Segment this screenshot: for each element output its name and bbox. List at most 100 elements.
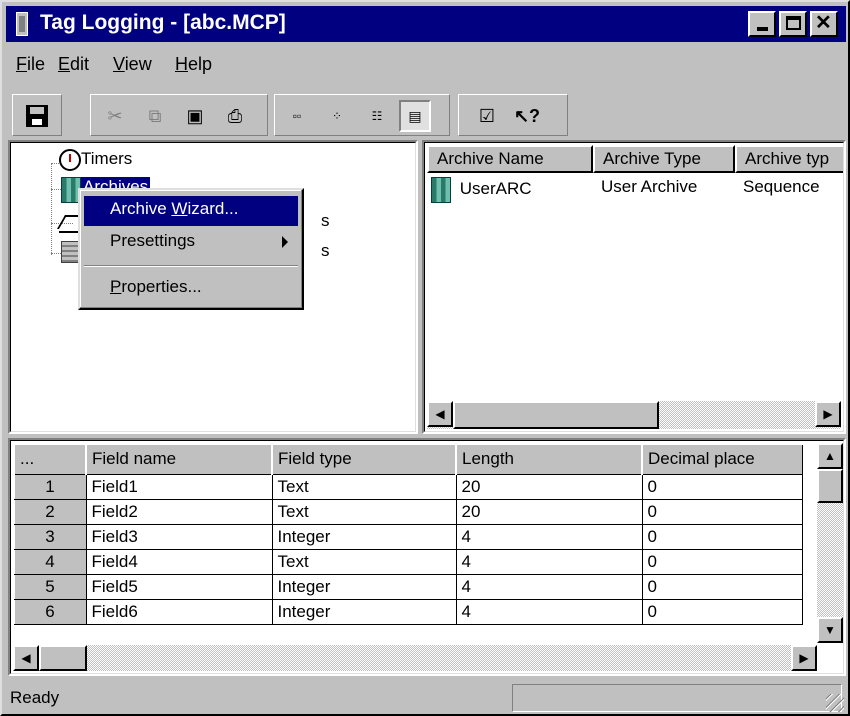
tree-item-hidden-2[interactable]: s (321, 241, 330, 261)
header-field-type[interactable]: Field type (271, 443, 457, 475)
row-number[interactable]: 5 (13, 573, 87, 600)
table-row[interactable]: 1 Field1 Text 20 0 (13, 473, 803, 500)
scroll-down-button[interactable]: ▼ (817, 617, 843, 643)
table-horizontal-scrollbar[interactable] (13, 645, 817, 671)
cell-field-name[interactable]: Field5 (85, 573, 273, 600)
cell-decimal-place[interactable]: 0 (641, 523, 803, 550)
cell-length[interactable]: 4 (455, 523, 643, 550)
archive-icon (431, 177, 451, 203)
table-scroll-right-button[interactable]: ▶ (791, 645, 817, 671)
cell-length[interactable]: 4 (455, 598, 643, 625)
cell-length[interactable]: 20 (455, 498, 643, 525)
cell-decimal-place[interactable]: 0 (641, 548, 803, 575)
arrow-right-icon: ▶ (823, 407, 833, 421)
header-corner[interactable]: ... (13, 443, 87, 475)
print-button[interactable]: ⎙ (219, 100, 251, 132)
minimize-button[interactable] (748, 11, 776, 37)
maximize-button[interactable] (779, 11, 807, 37)
menu-file[interactable]: File (12, 52, 49, 77)
menu-help[interactable]: Help (171, 52, 216, 77)
cell-decimal-place[interactable]: 0 (641, 573, 803, 600)
cell-decimal-place[interactable]: 0 (641, 498, 803, 525)
scroll-left-button[interactable]: ◀ (427, 401, 453, 427)
copy-button[interactable]: ⧉ (139, 100, 171, 132)
menu-item-presettings[interactable]: Presettings (84, 228, 298, 258)
cell-length[interactable]: 4 (455, 548, 643, 575)
copy-icon: ⧉ (148, 105, 162, 126)
column-archive-subtype[interactable]: Archive typ (735, 145, 843, 173)
arrow-left-icon: ◀ (435, 407, 445, 421)
cell-field-name[interactable]: Field6 (85, 598, 273, 625)
tree-item-hidden-1[interactable]: s (321, 211, 330, 231)
large-icons-icon: ▫▫ (292, 109, 302, 123)
menu-item-properties[interactable]: Properties... (84, 274, 298, 304)
tree-item-timers[interactable]: Timers (81, 149, 132, 169)
cell-decimal-place[interactable]: 0 (641, 598, 803, 625)
save-button[interactable] (21, 100, 53, 132)
cell-field-type[interactable]: Integer (271, 573, 457, 600)
properties-button[interactable]: ☑ (471, 100, 503, 132)
title-bar[interactable]: Tag Logging - [abc.MCP] ✕ (6, 6, 846, 42)
menu-item-archive-wizard[interactable]: Archive Wizard... (84, 196, 298, 226)
menu-view[interactable]: View (109, 52, 156, 77)
cut-button[interactable]: ✂ (99, 100, 131, 132)
window-title: Tag Logging - [abc.MCP] (40, 11, 286, 34)
toolbar-group-help: ☑ ↖? (458, 94, 568, 136)
scrollbar-thumb[interactable] (453, 401, 659, 429)
row-number[interactable]: 3 (13, 523, 87, 550)
table-row[interactable]: 6 Field6 Integer 4 0 (13, 598, 803, 625)
list-view-button[interactable]: ☷ (361, 100, 393, 132)
header-length[interactable]: Length (455, 443, 643, 475)
cell-length[interactable]: 4 (455, 573, 643, 600)
cell-field-type[interactable]: Text (271, 548, 457, 575)
app-icon[interactable] (16, 12, 28, 36)
toolbar-group-view: ▫▫ ⁘ ☷ ▤ (274, 94, 450, 136)
archive-list-panel[interactable]: Archive Name Archive Type Archive typ Us… (422, 140, 846, 434)
cut-icon: ✂ (107, 105, 123, 126)
cell-field-name[interactable]: Field4 (85, 548, 273, 575)
cell-decimal-place[interactable]: 0 (641, 473, 803, 500)
row-number[interactable]: 6 (13, 598, 87, 625)
context-help-button[interactable]: ↖? (511, 100, 543, 132)
cell-field-name[interactable]: Field3 (85, 523, 273, 550)
archive-type-cell: User Archive (601, 177, 698, 196)
table-row[interactable]: 5 Field5 Integer 4 0 (13, 573, 803, 600)
scroll-up-button[interactable]: ▲ (817, 443, 843, 469)
table-scrollbar-thumb[interactable] (39, 645, 87, 671)
submenu-arrow-icon (282, 236, 288, 248)
scroll-right-button[interactable]: ▶ (815, 401, 841, 427)
row-number[interactable]: 1 (13, 473, 87, 500)
column-archive-name[interactable]: Archive Name (427, 145, 593, 173)
header-decimal-place[interactable]: Decimal place (641, 443, 803, 475)
fields-table-panel[interactable]: ... Field name Field type Length Decimal… (8, 438, 846, 676)
toolbar-group-edit: ✂ ⧉ ▣ ⎙ (90, 94, 268, 136)
cell-field-type[interactable]: Text (271, 473, 457, 500)
menu-separator (84, 265, 298, 267)
table-scroll-left-button[interactable]: ◀ (13, 645, 39, 671)
cell-length[interactable]: 20 (455, 473, 643, 500)
resize-grip-icon[interactable] (826, 694, 844, 712)
column-archive-type[interactable]: Archive Type (593, 145, 735, 173)
row-number[interactable]: 4 (13, 548, 87, 575)
details-view-button[interactable]: ▤ (399, 100, 431, 132)
cell-field-type[interactable]: Integer (271, 598, 457, 625)
cell-field-type[interactable]: Text (271, 498, 457, 525)
paste-button[interactable]: ▣ (179, 100, 211, 132)
cell-field-type[interactable]: Integer (271, 523, 457, 550)
small-icons-button[interactable]: ⁘ (321, 100, 353, 132)
close-button[interactable]: ✕ (810, 11, 838, 37)
header-field-name[interactable]: Field name (85, 443, 273, 475)
large-icons-button[interactable]: ▫▫ (281, 100, 313, 132)
table-row[interactable]: 3 Field3 Integer 4 0 (13, 523, 803, 550)
vertical-scrollbar-thumb[interactable] (817, 469, 843, 503)
row-number[interactable]: 2 (13, 498, 87, 525)
archive-row[interactable]: UserARC (431, 177, 532, 203)
table-row[interactable]: 2 Field2 Text 20 0 (13, 498, 803, 525)
cell-field-name[interactable]: Field1 (85, 473, 273, 500)
status-panel (512, 684, 842, 712)
minimize-icon (757, 27, 768, 31)
maximize-icon (786, 16, 801, 30)
cell-field-name[interactable]: Field2 (85, 498, 273, 525)
table-row[interactable]: 4 Field4 Text 4 0 (13, 548, 803, 575)
menu-edit[interactable]: Edit (54, 52, 93, 77)
